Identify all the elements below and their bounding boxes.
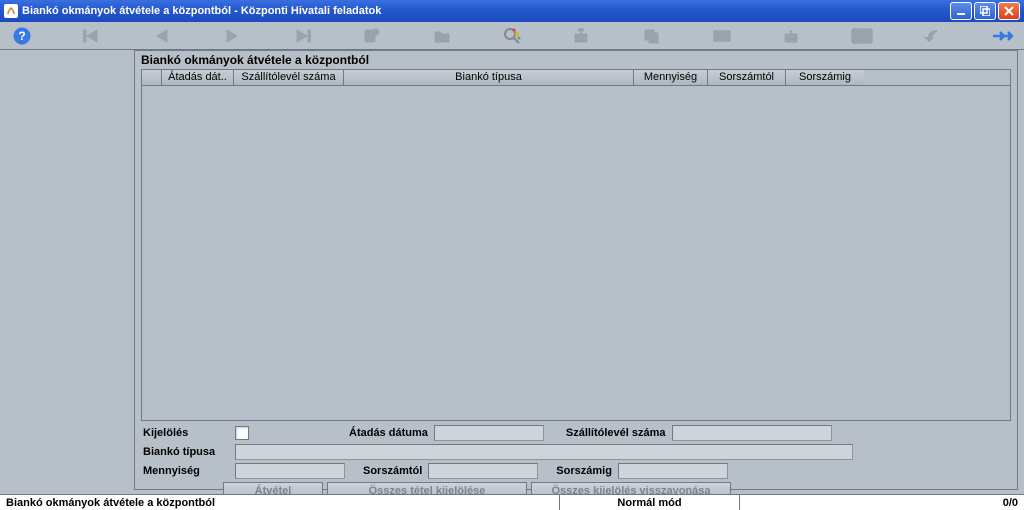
- minimize-button[interactable]: [950, 2, 972, 20]
- data-grid[interactable]: Átadás dát.. Szállítólevél száma Biankó …: [141, 69, 1011, 421]
- col-checkbox[interactable]: [142, 70, 162, 85]
- new-icon[interactable]: [360, 25, 384, 47]
- window-controls: [950, 2, 1020, 20]
- maximize-button[interactable]: [974, 2, 996, 20]
- label-sorszamtol: Sorszámtól: [363, 465, 422, 477]
- label-szallitolevel: Szállítólevél száma: [566, 427, 666, 439]
- input-sorszamig[interactable]: [618, 463, 728, 479]
- label-atadas-datuma: Átadás dátuma: [349, 427, 428, 439]
- status-mode: Normál mód: [560, 495, 740, 510]
- svg-text:?: ?: [18, 29, 25, 43]
- last-icon[interactable]: [290, 25, 314, 47]
- search-icon[interactable]: [500, 25, 524, 47]
- status-left: Biankó okmányok átvétele a központból: [0, 495, 560, 510]
- undo-icon[interactable]: [920, 25, 944, 47]
- form-area: Kijelölés Átadás dátuma Szállítólevél sz…: [135, 421, 1017, 505]
- checkbox-kijeloles[interactable]: [235, 426, 249, 440]
- window-title: Biankó okmányok átvétele a központból - …: [22, 5, 950, 17]
- title-bar: Biankó okmányok átvétele a központból - …: [0, 0, 1024, 22]
- grid-body[interactable]: [142, 86, 1010, 420]
- input-bianko-tipusa[interactable]: [235, 444, 853, 460]
- export-icon[interactable]: [570, 25, 594, 47]
- label-mennyiseg: Mennyiség: [143, 465, 229, 477]
- input-atadas-datuma[interactable]: [434, 425, 544, 441]
- help-icon[interactable]: ?: [10, 25, 34, 47]
- panel-title: Biankó okmányok átvétele a központból: [135, 51, 1017, 69]
- input-mennyiseg[interactable]: [235, 463, 345, 479]
- label-kijeloles: Kijelölés: [143, 427, 229, 439]
- toolbar: ? OK: [0, 22, 1024, 50]
- col-atadas-dat[interactable]: Átadás dát..: [162, 70, 234, 85]
- input-sorszamtol[interactable]: [428, 463, 538, 479]
- col-mennyiseg[interactable]: Mennyiség: [634, 70, 708, 85]
- col-sorszamig[interactable]: Sorszámig: [786, 70, 864, 85]
- forward-icon[interactable]: [990, 25, 1014, 47]
- ok-icon[interactable]: OK: [850, 25, 874, 47]
- status-counter: 0/0: [740, 495, 1024, 510]
- prev-icon[interactable]: [150, 25, 174, 47]
- col-szallitolevel[interactable]: Szállítólevél száma: [234, 70, 344, 85]
- main-area: Biankó okmányok átvétele a központból Át…: [0, 50, 1024, 504]
- first-icon[interactable]: [80, 25, 104, 47]
- col-sorszamtol[interactable]: Sorszámtól: [708, 70, 786, 85]
- content-panel: Biankó okmányok átvétele a központból Át…: [134, 50, 1018, 490]
- input-szallitolevel[interactable]: [672, 425, 832, 441]
- close-button[interactable]: [998, 2, 1020, 20]
- next-icon[interactable]: [220, 25, 244, 47]
- open-icon[interactable]: [430, 25, 454, 47]
- col-bianko-tipusa[interactable]: Biankó típusa: [344, 70, 634, 85]
- grid-header: Átadás dát.. Szállítólevél száma Biankó …: [142, 70, 1010, 86]
- label-bianko-tipusa: Biankó típusa: [143, 446, 229, 458]
- label-sorszamig: Sorszámig: [556, 465, 612, 477]
- app-icon: [4, 4, 18, 18]
- import-icon[interactable]: [780, 25, 804, 47]
- svg-text:OK: OK: [855, 32, 869, 42]
- left-spacer: [6, 50, 134, 504]
- keyboard-icon[interactable]: [710, 25, 734, 47]
- copy-icon[interactable]: [640, 25, 664, 47]
- status-bar: Biankó okmányok átvétele a központból No…: [0, 494, 1024, 510]
